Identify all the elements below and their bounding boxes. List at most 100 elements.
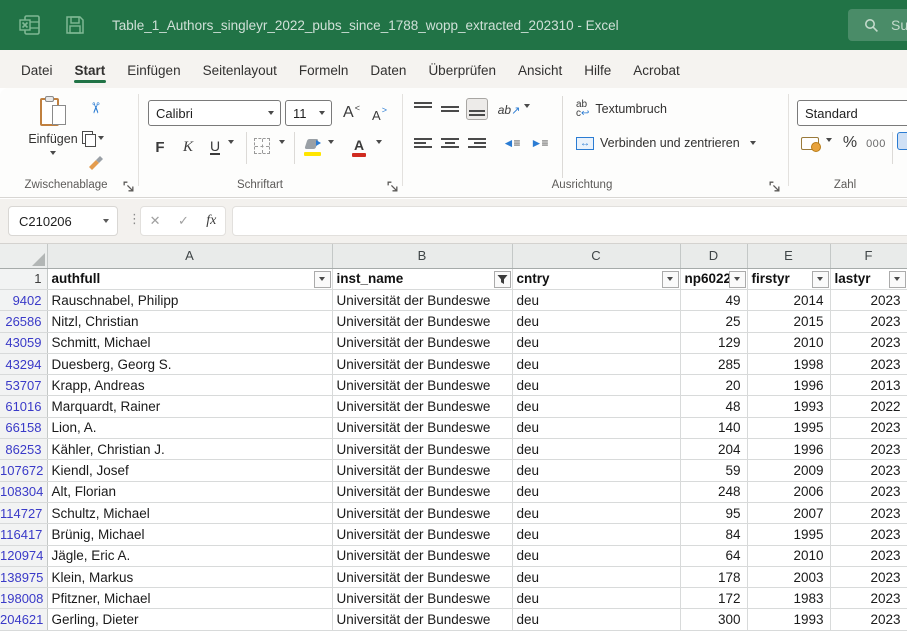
formula-input[interactable] (232, 206, 907, 236)
borders-menu-chevron[interactable] (279, 140, 285, 144)
cell-inst-name[interactable]: Universität der Bundeswe (332, 417, 512, 438)
select-all-corner[interactable] (0, 244, 47, 268)
search-box[interactable]: Suchen (848, 9, 907, 41)
increase-decimal-button[interactable] (897, 132, 907, 150)
cell-lastyr[interactable]: 2023 (830, 290, 907, 311)
row-number[interactable]: 53707 (0, 375, 47, 396)
cell-cntry[interactable]: deu (512, 353, 680, 374)
cell-lastyr[interactable]: 2022 (830, 396, 907, 417)
row-number[interactable]: 43059 (0, 332, 47, 353)
cell-authfull[interactable]: Lion, A. (47, 417, 332, 438)
row-number[interactable]: 43294 (0, 353, 47, 374)
tab-start[interactable]: Start (64, 54, 117, 85)
row-number[interactable]: 107672 (0, 460, 47, 481)
underline-button[interactable]: U (206, 136, 224, 158)
row-number[interactable]: 1 (0, 268, 47, 290)
row-number[interactable]: 120974 (0, 545, 47, 566)
cell-inst-name[interactable]: Universität der Bundeswe (332, 375, 512, 396)
cell-np6022[interactable]: 20 (680, 375, 747, 396)
column-header-f[interactable]: F (830, 244, 907, 268)
decrease-font-size-button[interactable]: A˃ (366, 102, 392, 128)
cell-inst-name[interactable]: Universität der Bundeswe (332, 311, 512, 332)
format-painter-button[interactable] (84, 152, 106, 172)
save-icon[interactable] (64, 14, 86, 36)
cell-authfull[interactable]: Alt, Florian (47, 481, 332, 502)
cell-np6022[interactable]: 300 (680, 609, 747, 630)
row-number[interactable]: 66158 (0, 417, 47, 438)
cell-authfull[interactable]: Schmitt, Michael (47, 332, 332, 353)
cell-inst-name[interactable]: Universität der Bundeswe (332, 353, 512, 374)
cell-cntry[interactable]: deu (512, 460, 680, 481)
cell-cntry[interactable]: deu (512, 332, 680, 353)
bold-button[interactable]: F (150, 136, 170, 158)
tab-ueberpruefen[interactable]: Überprüfen (417, 54, 507, 85)
cell-cntry[interactable]: deu (512, 481, 680, 502)
cancel-icon[interactable]: ✕ (150, 213, 161, 229)
cell-cntry[interactable]: deu (512, 396, 680, 417)
cell-inst-name[interactable]: Universität der Bundeswe (332, 460, 512, 481)
cell-np6022[interactable]: 172 (680, 588, 747, 609)
filter-dropdown-lastyr[interactable] (889, 271, 906, 288)
filter-dropdown-np6022[interactable] (729, 271, 746, 288)
filter-dropdown-firstyr[interactable] (812, 271, 829, 288)
cell-lastyr[interactable]: 2023 (830, 566, 907, 587)
cell-firstyr[interactable]: 2007 (747, 502, 830, 523)
tab-formeln[interactable]: Formeln (288, 54, 360, 85)
header-cell-firstyr[interactable]: firstyr (747, 268, 830, 290)
cell-firstyr[interactable]: 2006 (747, 481, 830, 502)
filter-active-inst-name[interactable] (494, 271, 511, 288)
cell-firstyr[interactable]: 2010 (747, 332, 830, 353)
header-cell-np6022[interactable]: np6022 (680, 268, 747, 290)
cell-lastyr[interactable]: 2013 (830, 375, 907, 396)
cell-lastyr[interactable]: 2023 (830, 311, 907, 332)
cell-cntry[interactable]: deu (512, 524, 680, 545)
cell-authfull[interactable]: Gerling, Dieter (47, 609, 332, 630)
enter-icon[interactable]: ✓ (178, 213, 189, 229)
cell-np6022[interactable]: 204 (680, 439, 747, 460)
cell-np6022[interactable]: 84 (680, 524, 747, 545)
cell-lastyr[interactable]: 2023 (830, 439, 907, 460)
insert-function-button[interactable]: fx (206, 213, 216, 229)
cell-inst-name[interactable]: Universität der Bundeswe (332, 588, 512, 609)
cell-inst-name[interactable]: Universität der Bundeswe (332, 332, 512, 353)
increase-font-size-button[interactable]: A˂ (338, 100, 364, 126)
tab-daten[interactable]: Daten (359, 54, 417, 85)
column-header-c[interactable]: C (512, 244, 680, 268)
cell-firstyr[interactable]: 2003 (747, 566, 830, 587)
cell-authfull[interactable]: Jägle, Eric A. (47, 545, 332, 566)
row-number[interactable]: 61016 (0, 396, 47, 417)
cell-lastyr[interactable]: 2023 (830, 353, 907, 374)
cell-cntry[interactable]: deu (512, 290, 680, 311)
borders-button[interactable] (254, 138, 270, 154)
cell-np6022[interactable]: 59 (680, 460, 747, 481)
cell-lastyr[interactable]: 2023 (830, 524, 907, 545)
alignment-dialog-launcher[interactable] (768, 180, 781, 193)
cell-authfull[interactable]: Klein, Markus (47, 566, 332, 587)
cell-firstyr[interactable]: 2009 (747, 460, 830, 481)
cell-lastyr[interactable]: 2023 (830, 481, 907, 502)
fill-color-chevron[interactable] (328, 140, 334, 144)
cell-cntry[interactable]: deu (512, 588, 680, 609)
align-bottom-button[interactable] (466, 98, 488, 120)
tab-ansicht[interactable]: Ansicht (507, 54, 573, 85)
cell-np6022[interactable]: 49 (680, 290, 747, 311)
cell-authfull[interactable]: Marquardt, Rainer (47, 396, 332, 417)
cell-firstyr[interactable]: 2014 (747, 290, 830, 311)
cell-inst-name[interactable]: Universität der Bundeswe (332, 481, 512, 502)
font-color-button[interactable]: A (352, 136, 366, 154)
cell-np6022[interactable]: 64 (680, 545, 747, 566)
cell-lastyr[interactable]: 2023 (830, 332, 907, 353)
align-right-button[interactable] (466, 132, 488, 154)
tab-seitenlayout[interactable]: Seitenlayout (192, 54, 288, 85)
cell-inst-name[interactable]: Universität der Bundeswe (332, 502, 512, 523)
clipboard-dialog-launcher[interactable] (122, 180, 135, 193)
column-header-e[interactable]: E (747, 244, 830, 268)
percent-style-button[interactable]: % (840, 132, 860, 154)
cell-lastyr[interactable]: 2023 (830, 545, 907, 566)
underline-menu-chevron[interactable] (228, 140, 234, 144)
cell-np6022[interactable]: 140 (680, 417, 747, 438)
cell-firstyr[interactable]: 2015 (747, 311, 830, 332)
cell-inst-name[interactable]: Universität der Bundeswe (332, 290, 512, 311)
copy-button[interactable] (82, 128, 104, 148)
cell-authfull[interactable]: Krapp, Andreas (47, 375, 332, 396)
